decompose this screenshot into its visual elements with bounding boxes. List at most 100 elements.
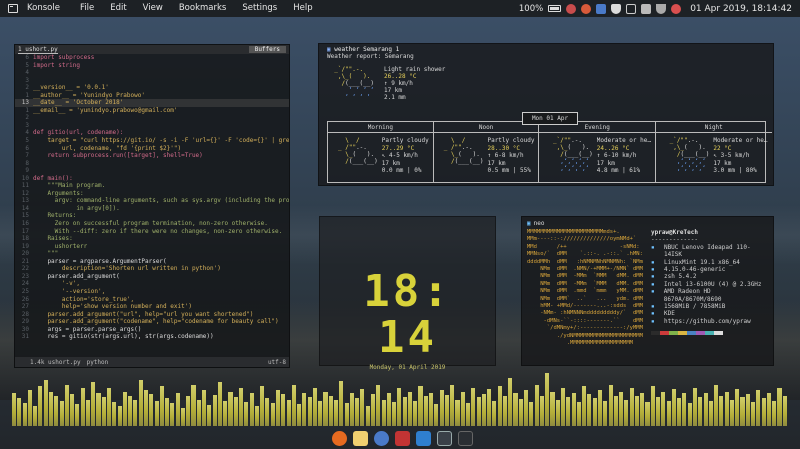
code-line[interactable]: 7 return subprocess.run([target], shell=… bbox=[15, 152, 289, 160]
code-line[interactable]: 12 Arguments: bbox=[15, 190, 289, 198]
visualizer-bar bbox=[439, 389, 444, 426]
neofetch-title: ▣ neo bbox=[527, 220, 545, 227]
visualizer-bar bbox=[265, 398, 270, 426]
code-line[interactable]: 5 import string bbox=[15, 62, 289, 70]
code-line[interactable]: 10 def main(): bbox=[15, 175, 289, 183]
visualizer-bar bbox=[671, 389, 676, 426]
period-vis: 17 km bbox=[596, 159, 615, 167]
neofetch-separator: ------------- bbox=[651, 236, 698, 244]
code-line[interactable]: 1 __author__ = 'Yunindyo Prabowo' bbox=[15, 92, 289, 100]
code-line[interactable]: 13 __date__ = 'October 2018' bbox=[15, 99, 289, 107]
mendeley-icon[interactable] bbox=[394, 430, 410, 446]
code-line[interactable]: 30 args = parser.parse_args() bbox=[15, 326, 289, 334]
code-line[interactable]: 9 bbox=[15, 167, 289, 175]
menu-bookmarks[interactable]: Bookmarks bbox=[171, 0, 235, 17]
visualizer-bar bbox=[677, 398, 682, 426]
menu-help[interactable]: Help bbox=[285, 0, 320, 17]
battery-icon[interactable] bbox=[548, 5, 562, 12]
visualizer-bar bbox=[492, 400, 497, 426]
visualizer-bar bbox=[465, 402, 471, 426]
visualizer-bar bbox=[582, 386, 587, 426]
line-number: 7 bbox=[25, 152, 29, 160]
mail-tray-icon[interactable] bbox=[566, 3, 577, 14]
system-clock[interactable]: 01 Apr 2019, 18:14:42 bbox=[690, 4, 792, 14]
visualizer-bar bbox=[260, 386, 265, 426]
vscode-icon[interactable] bbox=[415, 430, 431, 446]
code-line[interactable]: 6 url, codename, "fd '{print $2}'") bbox=[15, 145, 289, 153]
code-line[interactable]: 4 bbox=[15, 69, 289, 77]
code-line[interactable]: 16 Zero on successful program terminatio… bbox=[15, 220, 289, 228]
code-line[interactable]: 3 bbox=[15, 77, 289, 85]
line-content: '-v', bbox=[33, 280, 80, 288]
period-temp: 22 °C bbox=[713, 144, 732, 152]
code-line[interactable]: 20 """ bbox=[15, 250, 289, 258]
vpn-tray-icon[interactable] bbox=[581, 3, 592, 14]
editor-code-area[interactable]: 6 import subprocess 5 import string 4 3 2 __ver… bbox=[15, 54, 289, 357]
code-line[interactable]: 22 description='Shorten url written in p… bbox=[15, 265, 289, 273]
code-line[interactable]: 26 action='store_true', bbox=[15, 296, 289, 304]
menu-edit[interactable]: Edit bbox=[102, 0, 134, 17]
editor-tab-filename[interactable]: 1 ushort.py bbox=[18, 46, 58, 54]
code-line[interactable]: 21 parser = argparse.ArgumentParser( bbox=[15, 258, 289, 266]
code-line[interactable]: 31 res = gitio(str(args.url), str(args.c… bbox=[15, 333, 289, 341]
code-line[interactable]: 2 bbox=[15, 114, 289, 122]
line-number: 29 bbox=[21, 318, 29, 326]
thunderbird-icon[interactable] bbox=[373, 430, 389, 446]
weather-widget: ▣ weather Semarang 1 Weather report: Sem… bbox=[318, 43, 774, 186]
code-line[interactable]: 15 Returns: bbox=[15, 212, 289, 220]
code-line[interactable]: 13 argv: command-line arguments, such as… bbox=[15, 197, 289, 205]
menu-settings[interactable]: Settings bbox=[234, 0, 285, 17]
forecast-morning: Morning \ / _ /"".-. \_( ). /(___(__) Pa… bbox=[328, 122, 434, 182]
code-line[interactable]: 8 bbox=[15, 160, 289, 168]
bluetooth-icon[interactable] bbox=[596, 3, 607, 14]
code-line[interactable]: 4 def gitio(url, codename): bbox=[15, 129, 289, 137]
menu-view[interactable]: View bbox=[135, 0, 171, 17]
code-line[interactable]: 27 help='show version number and exit') bbox=[15, 303, 289, 311]
volume-icon[interactable] bbox=[641, 3, 652, 14]
code-line[interactable]: 14 in argv[0]). bbox=[15, 205, 289, 213]
line-number: 26 bbox=[21, 295, 29, 303]
line-number: 25 bbox=[21, 287, 29, 295]
neofetch-terminal[interactable]: ▣ neo MMMMMMMMMMMMMMMMMMMMMMMmds+. MMm---… bbox=[521, 216, 774, 366]
buffers-label[interactable]: Buffers bbox=[248, 46, 286, 53]
color-swatches bbox=[651, 331, 768, 336]
color-swatch bbox=[687, 331, 696, 336]
line-content: def gitio(url, codename): bbox=[33, 129, 124, 137]
visualizer-bar bbox=[745, 394, 750, 426]
code-line[interactable]: 23 parser.add_argument( bbox=[15, 273, 289, 281]
code-line[interactable]: 25 '--version', bbox=[15, 288, 289, 296]
app-name[interactable]: Konsole bbox=[24, 0, 72, 17]
files-icon[interactable] bbox=[352, 430, 368, 446]
line-number: 22 bbox=[21, 265, 29, 273]
code-line[interactable]: 28 parser.add_argument("url", help="url … bbox=[15, 311, 289, 319]
kate-icon[interactable] bbox=[457, 430, 473, 446]
code-line[interactable]: 6 import subprocess bbox=[15, 54, 289, 62]
code-line[interactable]: 5 target = "curl https://git.io/ -s -i -… bbox=[15, 137, 289, 145]
terminal-icon[interactable] bbox=[436, 430, 452, 446]
shell-icon: ▪ bbox=[651, 273, 655, 281]
vim-editor-window[interactable]: 1 ushort.py Buffers 6 import subprocess 5 i… bbox=[14, 44, 290, 368]
visualizer-bar bbox=[349, 393, 354, 426]
period-desc: Moderate or he… bbox=[596, 137, 651, 144]
firefox-icon[interactable] bbox=[331, 430, 347, 446]
code-line[interactable]: 2 __version__ = '0.0.1' bbox=[15, 84, 289, 92]
visualizer-bar bbox=[17, 398, 22, 426]
code-line[interactable]: 24 '-v', bbox=[15, 280, 289, 288]
shield-icon[interactable] bbox=[611, 3, 622, 14]
line-content: res = gitio(str(args.url), str(args.code… bbox=[33, 333, 214, 341]
line-content: import string bbox=[33, 61, 80, 69]
audio-visualizer bbox=[12, 360, 788, 426]
code-line[interactable]: 1 __email__ = 'yunindyo.prabowo@gmail.com… bbox=[15, 107, 289, 115]
menu-file[interactable]: File bbox=[72, 0, 102, 17]
clipboard-icon[interactable] bbox=[626, 3, 637, 14]
visualizer-bar bbox=[619, 391, 624, 426]
wifi-icon[interactable] bbox=[656, 3, 667, 14]
code-line[interactable]: 17 With --diff: zero if there were no ch… bbox=[15, 228, 289, 236]
code-line[interactable]: 18 Raises: bbox=[15, 235, 289, 243]
visualizer-bar bbox=[238, 387, 244, 426]
notification-icon[interactable] bbox=[671, 3, 682, 14]
code-line[interactable]: 29 parser.add_argument("codename", help=… bbox=[15, 318, 289, 326]
code-line[interactable]: 19 ushorterr bbox=[15, 243, 289, 251]
code-line[interactable]: 11 """Main program. bbox=[15, 182, 289, 190]
code-line[interactable]: 3 bbox=[15, 122, 289, 130]
